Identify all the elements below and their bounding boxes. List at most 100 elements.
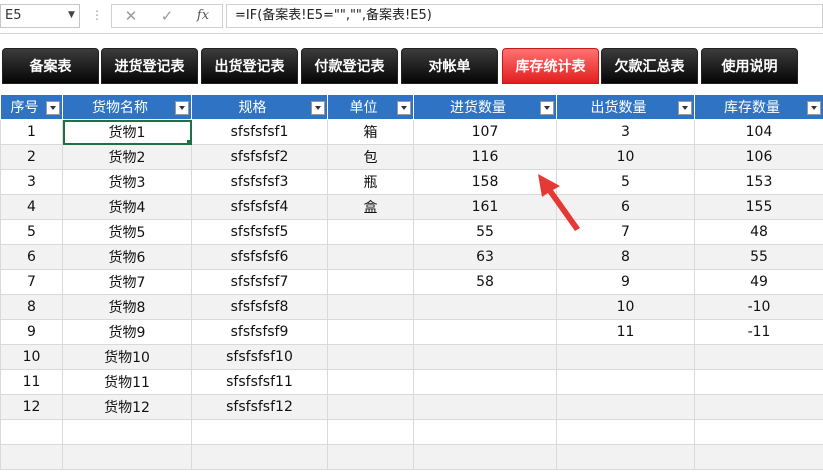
table-cell[interactable] [556,369,695,395]
table-cell[interactable]: 9 [0,319,63,345]
table-cell[interactable] [556,444,695,470]
table-cell[interactable] [556,419,695,445]
table-cell[interactable] [62,419,192,445]
table-cell[interactable]: sfsfsfsf2 [191,144,328,170]
tab-shiyong[interactable]: 使用说明 [701,48,798,84]
table-cell[interactable] [694,394,823,420]
table-cell[interactable] [694,369,823,395]
table-cell[interactable]: 55 [694,244,823,270]
table-cell[interactable]: 7 [0,269,63,295]
table-cell[interactable]: 106 [694,144,823,170]
table-cell[interactable]: 58 [413,269,557,295]
table-cell[interactable] [327,444,414,470]
table-cell[interactable]: 货物8 [62,294,192,320]
table-cell[interactable]: 10 [556,144,695,170]
table-cell[interactable]: 10 [0,344,63,370]
table-cell[interactable]: 5 [0,219,63,245]
table-cell[interactable] [413,394,557,420]
table-cell[interactable]: 11 [0,369,63,395]
table-cell[interactable]: 153 [694,169,823,195]
table-cell[interactable]: 货物4 [62,194,192,220]
table-cell[interactable]: sfsfsfsf12 [191,394,328,420]
table-cell[interactable]: 货物1 [62,119,192,145]
table-cell[interactable]: 货物10 [62,344,192,370]
filter-dropdown-icon[interactable] [175,101,189,115]
table-cell[interactable] [191,419,328,445]
table-cell[interactable]: 107 [413,119,557,145]
table-cell[interactable]: sfsfsfsf1 [191,119,328,145]
table-cell[interactable]: sfsfsfsf9 [191,319,328,345]
tab-fukuan[interactable]: 付款登记表 [301,48,398,84]
table-cell[interactable] [556,394,695,420]
table-cell[interactable] [191,444,328,470]
tab-beian[interactable]: 备案表 [2,48,99,84]
table-cell[interactable]: 104 [694,119,823,145]
table-cell[interactable]: sfsfsfsf6 [191,244,328,270]
table-cell[interactable]: 10 [556,294,695,320]
table-cell[interactable]: 8 [556,244,695,270]
tab-jinhuo[interactable]: 进货登记表 [101,48,198,84]
table-cell[interactable]: 箱 [327,119,414,145]
table-cell[interactable] [0,444,63,470]
table-cell[interactable]: 12 [0,394,63,420]
chevron-down-icon[interactable]: ▼ [68,4,75,26]
filter-dropdown-icon[interactable] [540,101,554,115]
insert-function-icon[interactable]: fx [188,5,218,27]
table-cell[interactable] [556,344,695,370]
table-cell[interactable]: -10 [694,294,823,320]
table-cell[interactable]: 包 [327,144,414,170]
table-cell[interactable]: 货物9 [62,319,192,345]
table-cell[interactable]: 11 [556,319,695,345]
cancel-icon[interactable]: ✕ [116,5,146,27]
table-cell[interactable]: sfsfsfsf10 [191,344,328,370]
table-cell[interactable] [0,419,63,445]
table-cell[interactable]: 3 [556,119,695,145]
table-cell[interactable]: 货物11 [62,369,192,395]
table-cell[interactable] [327,369,414,395]
table-cell[interactable]: 1 [0,119,63,145]
table-cell[interactable]: 货物3 [62,169,192,195]
table-cell[interactable]: sfsfsfsf5 [191,219,328,245]
table-cell[interactable]: 货物6 [62,244,192,270]
table-cell[interactable] [327,344,414,370]
table-cell[interactable]: sfsfsfsf8 [191,294,328,320]
table-cell[interactable]: sfsfsfsf3 [191,169,328,195]
tab-kucun[interactable]: 库存统计表 [502,48,599,84]
filter-dropdown-icon[interactable] [397,101,411,115]
table-cell[interactable]: 4 [0,194,63,220]
table-cell[interactable] [413,419,557,445]
enter-icon[interactable]: ✓ [152,5,182,27]
table-cell[interactable]: 155 [694,194,823,220]
table-cell[interactable]: 瓶 [327,169,414,195]
table-cell[interactable]: 货物2 [62,144,192,170]
table-cell[interactable] [327,319,414,345]
table-cell[interactable] [327,269,414,295]
table-cell[interactable] [327,294,414,320]
table-cell[interactable] [327,394,414,420]
table-cell[interactable]: 9 [556,269,695,295]
formula-input[interactable]: =IF(备案表!E5="","",备案表!E5) [226,4,823,28]
table-cell[interactable] [413,369,557,395]
table-cell[interactable]: sfsfsfsf11 [191,369,328,395]
table-cell[interactable]: 116 [413,144,557,170]
table-cell[interactable]: sfsfsfsf4 [191,194,328,220]
filter-dropdown-icon[interactable] [46,101,60,115]
table-cell[interactable] [694,344,823,370]
table-cell[interactable]: 63 [413,244,557,270]
table-cell[interactable] [327,219,414,245]
table-cell[interactable]: 货物5 [62,219,192,245]
table-cell[interactable] [694,419,823,445]
table-cell[interactable] [413,444,557,470]
table-cell[interactable]: sfsfsfsf7 [191,269,328,295]
table-cell[interactable] [62,444,192,470]
table-cell[interactable]: 货物12 [62,394,192,420]
table-cell[interactable] [413,294,557,320]
table-cell[interactable]: -11 [694,319,823,345]
table-cell[interactable] [694,444,823,470]
table-cell[interactable]: 6 [0,244,63,270]
tab-qiankuan[interactable]: 欠款汇总表 [601,48,698,84]
table-cell[interactable] [327,419,414,445]
filter-dropdown-icon[interactable] [311,101,325,115]
table-cell[interactable] [413,319,557,345]
table-cell[interactable] [413,344,557,370]
